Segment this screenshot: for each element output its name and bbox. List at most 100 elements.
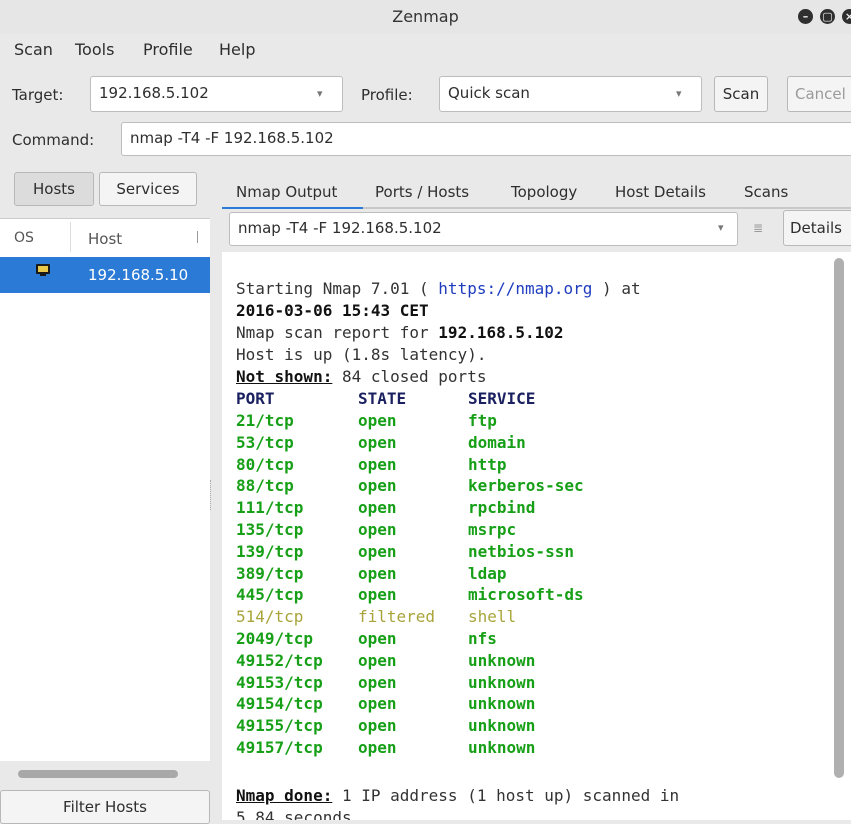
tab-host-details[interactable]: Host Details <box>615 183 706 201</box>
tab-hosts[interactable]: Hosts <box>14 172 94 206</box>
close-icon[interactable]: × <box>842 9 851 24</box>
service-cell: ftp <box>468 411 497 430</box>
service-cell: unknown <box>468 738 536 757</box>
port-row: 111/tcp open rpcbind <box>236 498 535 520</box>
port-cell: 111/tcp <box>236 498 304 518</box>
profile-combobox[interactable]: Quick scan ▾ <box>439 76 702 112</box>
service-cell: microsoft-ds <box>468 585 584 605</box>
column-host[interactable]: Host <box>88 230 122 248</box>
port-cell: 514/tcp <box>236 607 304 627</box>
command-label: Command: <box>12 131 95 149</box>
details-button[interactable]: Details <box>783 210 851 246</box>
port-row: 49153/tcp open unknown <box>236 673 535 695</box>
scan-select-value[interactable]: nmap -T4 -F 192.168.5.102 <box>238 219 442 237</box>
service-cell: netbios-ssn <box>468 541 574 561</box>
port-row: 139/tcp open netbios-ssn <box>236 542 574 564</box>
service-cell: unknown <box>468 716 536 736</box>
state-cell: open <box>358 411 397 430</box>
horizontal-scrollbar[interactable] <box>18 770 178 778</box>
state-cell: open <box>358 563 397 583</box>
service-cell: unknown <box>468 672 536 692</box>
state-cell: open <box>358 476 397 496</box>
state-cell: filtered <box>358 607 436 627</box>
tab-topology[interactable]: Topology <box>511 183 577 201</box>
command-input[interactable]: nmap -T4 -F 192.168.5.102 <box>130 129 334 147</box>
service-cell: nfs <box>468 629 497 648</box>
port-row: 21/tcp open ftp <box>236 411 497 433</box>
state-cell: open <box>358 541 397 561</box>
port-row: 2049/tcp open nfs <box>236 629 497 651</box>
chevron-down-icon[interactable]: ▾ <box>676 87 682 100</box>
port-cell: 445/tcp <box>236 585 304 605</box>
vertical-scrollbar[interactable] <box>834 258 844 778</box>
service-cell: domain <box>468 432 526 452</box>
port-row: 80/tcp open http <box>236 455 507 477</box>
state-cell: open <box>358 629 397 648</box>
target-input[interactable]: 192.168.5.102 <box>99 84 209 102</box>
port-row: 53/tcp open domain <box>236 433 526 455</box>
output-report-line: Nmap scan report for 192.168.5.102 <box>236 323 564 342</box>
window-title: Zenmap <box>392 7 459 26</box>
nmap-link[interactable]: https://nmap.org <box>438 279 592 298</box>
tab-ports-hosts[interactable]: Ports / Hosts <box>375 183 469 201</box>
minimize-icon[interactable]: – <box>798 9 813 24</box>
port-row: 49152/tcp open unknown <box>236 651 535 673</box>
port-cell: 49152/tcp <box>236 650 323 670</box>
column-resize-handle[interactable] <box>197 231 198 243</box>
port-cell: 49154/tcp <box>236 694 323 714</box>
port-cell: 21/tcp <box>236 411 294 430</box>
port-row: 389/tcp open ldap <box>236 564 507 586</box>
port-cell: 135/tcp <box>236 520 304 539</box>
scan-button[interactable]: Scan <box>714 76 768 112</box>
output-done-cont: 5.84 seconds <box>236 808 352 820</box>
service-cell: unknown <box>468 650 536 670</box>
state-cell: open <box>358 585 397 605</box>
service-cell: http <box>468 454 507 474</box>
command-field[interactable]: nmap -T4 -F 192.168.5.102 <box>121 122 851 156</box>
port-row: 49154/tcp open unknown <box>236 694 535 716</box>
output-done-line: Nmap done: 1 IP address (1 host up) scan… <box>236 786 680 805</box>
maximize-icon[interactable]: ▢ <box>820 9 835 24</box>
output-not-shown: Not shown: 84 closed ports <box>236 367 487 386</box>
tab-nmap-output[interactable]: Nmap Output <box>236 183 337 201</box>
output-host-up: Host is up (1.8s latency). <box>236 345 487 364</box>
state-cell: open <box>358 672 397 692</box>
scan-select[interactable]: nmap -T4 -F 192.168.5.102 ▾ <box>229 212 738 246</box>
column-os[interactable]: OS <box>14 230 34 246</box>
menu-bar <box>0 34 851 64</box>
pane-resize-handle[interactable] <box>210 480 214 510</box>
menu-scan[interactable]: Scan <box>14 40 53 59</box>
output-port-header: PORT STATE SERVICE <box>236 389 536 408</box>
state-cell: open <box>358 432 397 452</box>
port-row: 88/tcp open kerberos-sec <box>236 476 584 498</box>
chevron-down-icon[interactable]: ▾ <box>317 87 323 100</box>
state-cell: open <box>358 738 397 757</box>
profile-label: Profile: <box>361 86 413 104</box>
cancel-button[interactable]: Cancel <box>787 76 851 112</box>
list-icon[interactable]: ≣ <box>753 221 763 235</box>
port-row: 135/tcp open msrpc <box>236 520 516 542</box>
target-combobox[interactable]: 192.168.5.102 ▾ <box>90 76 343 112</box>
menu-profile[interactable]: Profile <box>143 40 193 59</box>
output-timestamp: 2016-03-06 15:43 CET <box>236 301 429 320</box>
column-divider <box>70 222 71 252</box>
port-cell: 139/tcp <box>236 541 304 561</box>
state-cell: open <box>358 498 397 518</box>
service-cell: ldap <box>468 563 507 583</box>
chevron-down-icon[interactable]: ▾ <box>718 221 724 234</box>
port-cell: 49155/tcp <box>236 716 323 736</box>
tab-services[interactable]: Services <box>99 172 197 206</box>
linux-os-icon <box>34 263 52 277</box>
filter-hosts-button[interactable]: Filter Hosts <box>0 790 210 824</box>
host-ip[interactable]: 192.168.5.10 <box>88 266 206 284</box>
port-row: 445/tcp open microsoft-ds <box>236 585 584 607</box>
menu-tools[interactable]: Tools <box>75 40 114 59</box>
state-cell: open <box>358 650 397 670</box>
port-cell: 49157/tcp <box>236 738 323 757</box>
service-cell: rpcbind <box>468 498 536 518</box>
tab-scans[interactable]: Scans <box>744 183 788 201</box>
profile-select[interactable]: Quick scan <box>448 84 530 102</box>
port-cell: 389/tcp <box>236 563 304 583</box>
menu-help[interactable]: Help <box>219 40 255 59</box>
service-cell: msrpc <box>468 520 517 539</box>
